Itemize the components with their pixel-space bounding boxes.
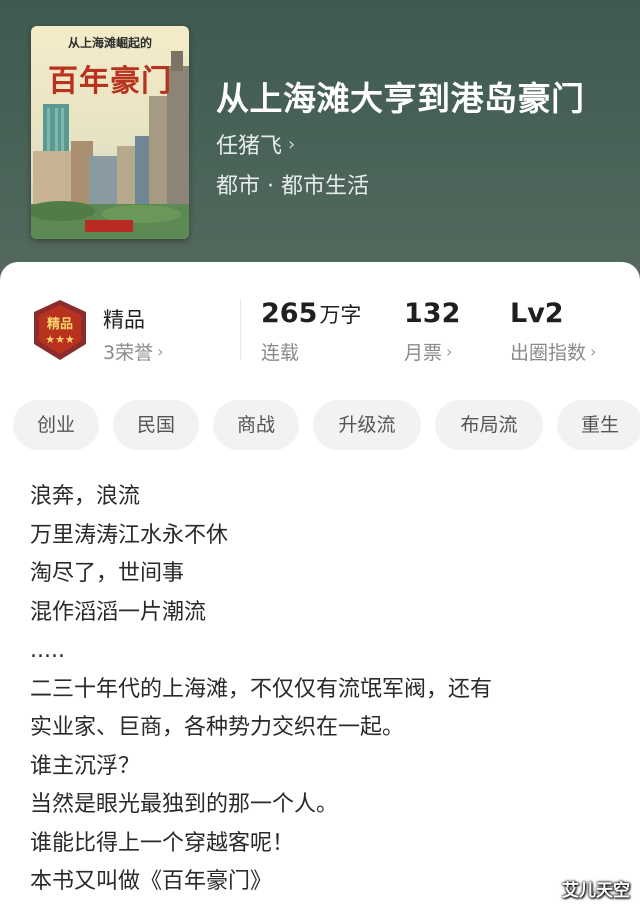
- cover-main-title: 百年豪门: [48, 64, 172, 99]
- chevron-right-icon: ›: [157, 342, 164, 361]
- description-line: 谁主沉浮？: [30, 753, 141, 779]
- level-label: 出圈指数: [510, 342, 587, 364]
- serial-status: 连载: [261, 342, 300, 364]
- monthly-tickets-link[interactable]: 月票 ›: [404, 338, 452, 365]
- honors-count: 3荣誉: [103, 342, 154, 364]
- level-value: Lv2: [510, 298, 564, 329]
- description-line: 二三十年代的上海滩，不仅仅有流氓军阀，还有: [30, 676, 493, 702]
- author-link[interactable]: 任猪飞 ›: [216, 128, 295, 160]
- tag-list: 创业 民国 商战 升级流 布局流 重生: [13, 400, 640, 450]
- tag-chip[interactable]: 重生: [557, 400, 640, 450]
- stats-divider: [240, 300, 241, 360]
- tag-chip[interactable]: 升级流: [313, 400, 421, 450]
- tag-chip[interactable]: 民国: [113, 400, 199, 450]
- monthly-tickets-value: 132: [404, 298, 461, 329]
- book-header: 从上海滩崛起的 百年豪门 从上海滩大亨到港岛豪门 任猪飞 › 都市 · 都市生活: [0, 0, 640, 290]
- chevron-right-icon: ›: [446, 342, 453, 361]
- book-description: 浪奔，浪流 万里涛涛江水永不休 淘尽了，世间事 混作滔滔一片潮流 ..... 二…: [30, 478, 620, 902]
- description-line: 本书又叫做《百年豪门》: [30, 869, 273, 894]
- book-cover[interactable]: 从上海滩崛起的 百年豪门: [31, 26, 189, 239]
- description-line: 淘尽了，世间事: [30, 561, 185, 586]
- description-line: 浪奔，浪流: [30, 484, 141, 509]
- chevron-right-icon: ›: [590, 342, 597, 361]
- quality-label: 精品: [103, 308, 145, 332]
- level-link[interactable]: 出圈指数 ›: [510, 338, 596, 365]
- author-name: 任猪飞: [216, 134, 283, 159]
- monthly-tickets-label: 月票: [404, 342, 443, 364]
- book-title: 从上海滩大亨到港岛豪门: [216, 79, 585, 118]
- svg-text:精品: 精品: [47, 316, 73, 332]
- word-count: 265万字: [261, 298, 361, 329]
- description-line: 混作滔滔一片潮流: [30, 599, 207, 625]
- description-line: 万里涛涛江水永不休: [30, 522, 229, 548]
- word-count-unit: 万字: [319, 303, 362, 327]
- description-line: 实业家、巨商，各种势力交织在一起。: [30, 715, 405, 740]
- quality-badge-icon[interactable]: 精品 ★★★: [30, 298, 90, 362]
- description-line: 谁能比得上一个穿越客呢！: [30, 830, 295, 856]
- description-line: 当然是眼光最独到的那一个人。: [30, 792, 339, 817]
- cover-subtitle: 从上海滩崛起的: [67, 36, 152, 50]
- svg-text:★★★: ★★★: [45, 333, 75, 346]
- tag-chip[interactable]: 布局流: [435, 400, 543, 450]
- word-count-value: 265: [261, 298, 318, 329]
- chevron-right-icon: ›: [288, 133, 296, 155]
- description-line: .....: [30, 638, 65, 663]
- tag-chip[interactable]: 创业: [13, 400, 99, 450]
- tag-chip[interactable]: 商战: [213, 400, 299, 450]
- honors-link[interactable]: 3荣誉 ›: [103, 338, 164, 365]
- watermark: 艾儿天空: [562, 881, 630, 901]
- genre-label: 都市 · 都市生活: [216, 174, 369, 199]
